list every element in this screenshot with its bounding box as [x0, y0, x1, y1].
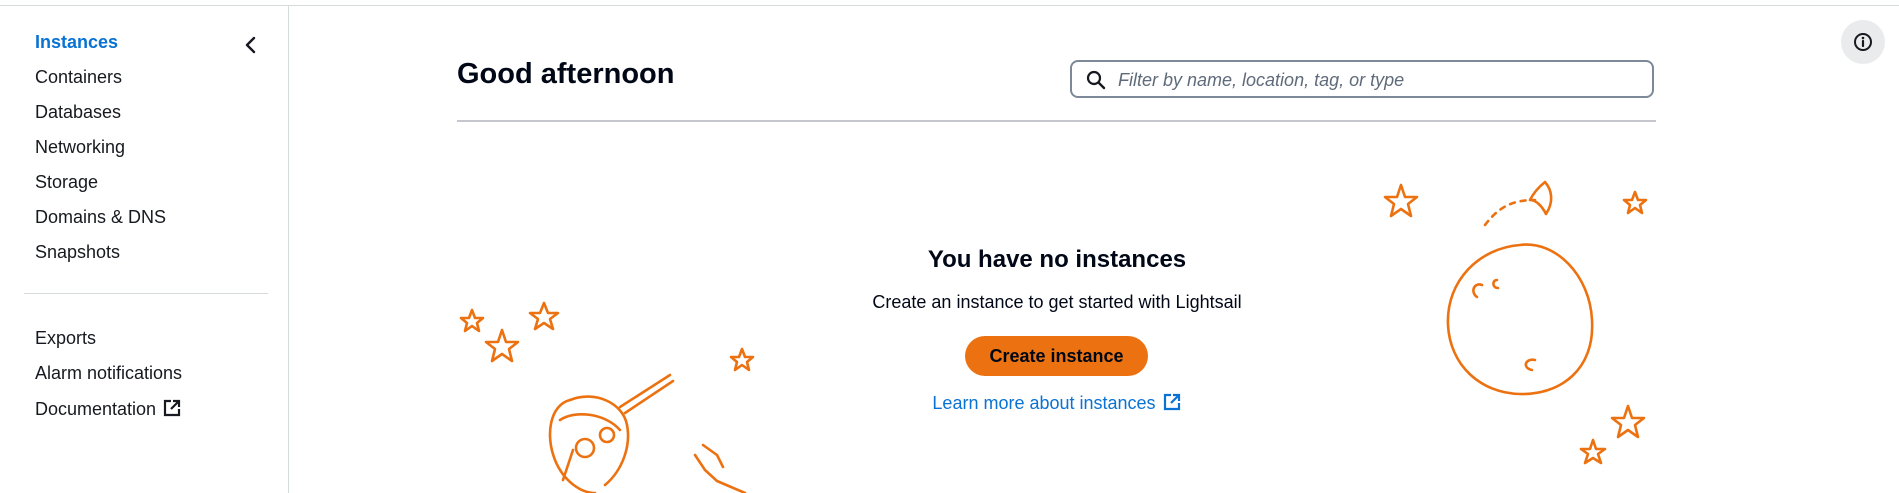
star-icon: [484, 328, 520, 363]
learn-more-label: Learn more about instances: [932, 393, 1156, 413]
star-icon: [1610, 404, 1646, 439]
sidebar-item-snapshots[interactable]: Snapshots: [35, 242, 120, 263]
star-icon: [1622, 190, 1648, 215]
astronaut-illustration: [459, 301, 755, 493]
search-field[interactable]: [1070, 60, 1654, 98]
star-icon: [729, 347, 755, 372]
chevron-left-icon: [245, 36, 256, 54]
sidebar-item-databases[interactable]: Databases: [35, 102, 121, 123]
external-link-icon: [1163, 393, 1180, 411]
sidebar-item-label: Documentation: [35, 399, 157, 419]
sidebar-item-exports[interactable]: Exports: [35, 328, 96, 349]
collapse-sidebar-button[interactable]: [238, 32, 264, 58]
sidebar: Instances Containers Databases Networkin…: [0, 6, 289, 493]
sidebar-item-instances[interactable]: Instances: [35, 32, 118, 53]
sidebar-item-documentation[interactable]: Documentation: [35, 398, 182, 420]
sidebar-divider: [24, 293, 268, 294]
moon-illustration: [1383, 180, 1648, 465]
star-icon: [1579, 438, 1607, 465]
sidebar-item-networking[interactable]: Networking: [35, 137, 125, 158]
search-icon: [1086, 70, 1106, 90]
create-instance-button[interactable]: Create instance: [965, 336, 1148, 376]
sidebar-item-containers[interactable]: Containers: [35, 67, 122, 88]
star-icon: [1383, 183, 1419, 218]
star-icon: [459, 308, 485, 333]
search-input[interactable]: [1116, 66, 1640, 94]
sidebar-item-domains-dns[interactable]: Domains & DNS: [35, 207, 166, 228]
learn-more-link[interactable]: Learn more about instances: [757, 392, 1357, 414]
info-button[interactable]: [1841, 20, 1885, 64]
external-link-icon: [163, 399, 181, 417]
sidebar-item-storage[interactable]: Storage: [35, 172, 98, 193]
star-icon: [528, 301, 560, 331]
empty-state-title: You have no instances: [927, 246, 1187, 273]
empty-state-subtitle: Create an instance to get started with L…: [872, 292, 1242, 312]
header-divider: [457, 120, 1656, 122]
sidebar-item-alarm-notifications[interactable]: Alarm notifications: [35, 363, 182, 384]
info-icon: [1854, 33, 1872, 51]
page-title: Good afternoon: [457, 58, 675, 90]
